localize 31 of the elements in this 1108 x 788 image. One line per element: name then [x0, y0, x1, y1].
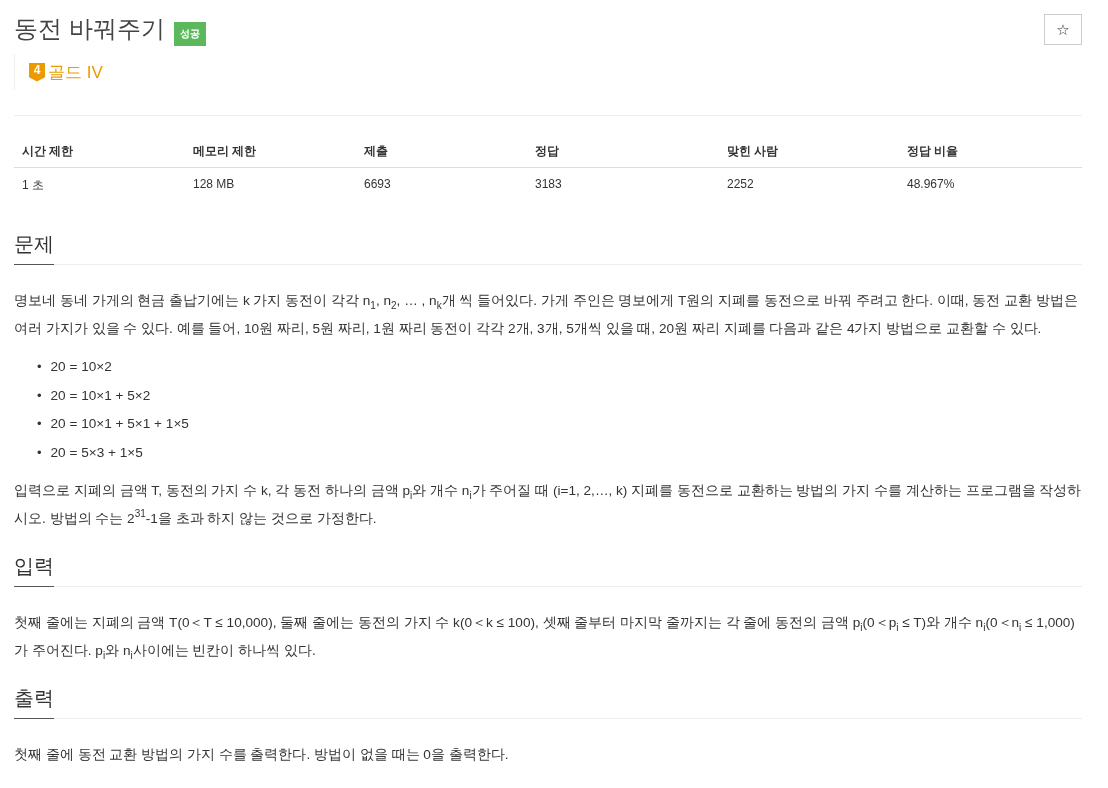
- table-cell-text: 128 MB: [192, 176, 236, 193]
- column-header: 메모리 제한: [185, 133, 356, 168]
- problem-paragraph: 첫째 줄에 동전 교환 방법의 가지 수를 출력한다. 방법이 없을 때는 0을 출력한다.: [14, 746, 510, 764]
- table-cell-text: 2252: [726, 176, 755, 193]
- column-header: 정답 비율: [899, 133, 1082, 168]
- column-header: 정답: [527, 133, 719, 168]
- list-bullet: •: [37, 444, 42, 461]
- column-header: 맞힌 사람: [719, 133, 899, 168]
- problem-paragraph: 첫째 줄에는 지폐의 금액 T(0＜T ≤ 10,000), 둘째 줄에는 동전의 가지 수 k(0＜k ≤ 100), 셋째 줄부터 마지막 줄까지는 각 줄에 동전의 금액 p$_{i}$(0＜p$_{i}$ ≤ T)와 개수 n$_{i}$(0＜n$_{i}$ ≤ 1,000)가 주어진다. p$_{i}$와 n$_{i}$사이에는 빈칸이 하나씩 있다.: [14, 614, 1076, 663]
- list-item-text: 20 = 10×1 + 5×2: [50, 386, 151, 405]
- list-bullet: •: [37, 359, 42, 376]
- list-bullet: •: [37, 387, 42, 404]
- column-header: 시간 제한: [14, 133, 185, 168]
- column-header: 제출: [356, 133, 527, 168]
- section-heading: 문제: [14, 231, 54, 265]
- section-heading: 입력: [14, 553, 54, 587]
- result-badge: 성공: [173, 22, 206, 46]
- table-cell-text: 6693: [363, 176, 392, 193]
- problem-paragraph: 입력으로 지폐의 금액 T, 동전의 가지 수 k, 각 동전 하나의 금액 p$_{i}$와 개수 n$_{i}$가 주어질 때 (i=1, 2,…, k) 지폐를 동전으로 교환하는 방법의 가지 수를 계산하는 프로그램을 작성하시오. 방법의 수는 2$^{31}$-1을 초과 하지 않는 것으로 가정한다.: [14, 482, 1082, 528]
- list-item-text: 20 = 10×1 + 5×1 + 1×5: [50, 415, 189, 434]
- list-bullet: •: [37, 416, 42, 433]
- list-item-text: 20 = 10×2: [50, 358, 112, 377]
- star-button[interactable]: ☆: [1044, 14, 1082, 45]
- table-cell-text: 3183: [534, 176, 563, 193]
- section-heading: 출력: [14, 685, 54, 719]
- tier-badge: 4: [29, 62, 45, 82]
- problem-title: 동전 바꿔주기: [14, 14, 165, 44]
- table-cell-text: 48.967%: [906, 176, 956, 193]
- list-item-text: 20 = 5×3 + 1×5: [50, 443, 143, 462]
- table-cell-text: 1 초: [21, 177, 45, 194]
- problem-paragraph: 명보네 동네 가게의 현금 출납기에는 k 가지 동전이 각각 n$_{1}$, n$_{2}$, … , n$_{k}$개 씩 들어있다. 가게 주인은 명보에게 T원의 지폐를 동전으로 바꿔 주려고 한다. 이때, 동전 교환 방법은 여러 가지가 있을 수 있다. 예를 들어, 10원 짜리, 5원 짜리, 1원 짜리 동전이 각각 2개, 3개, 5개씩 있을 때, 20원 짜리 지폐를 다음과 같은 4가지 방법으로 교환할 수 있다.: [14, 292, 1079, 338]
